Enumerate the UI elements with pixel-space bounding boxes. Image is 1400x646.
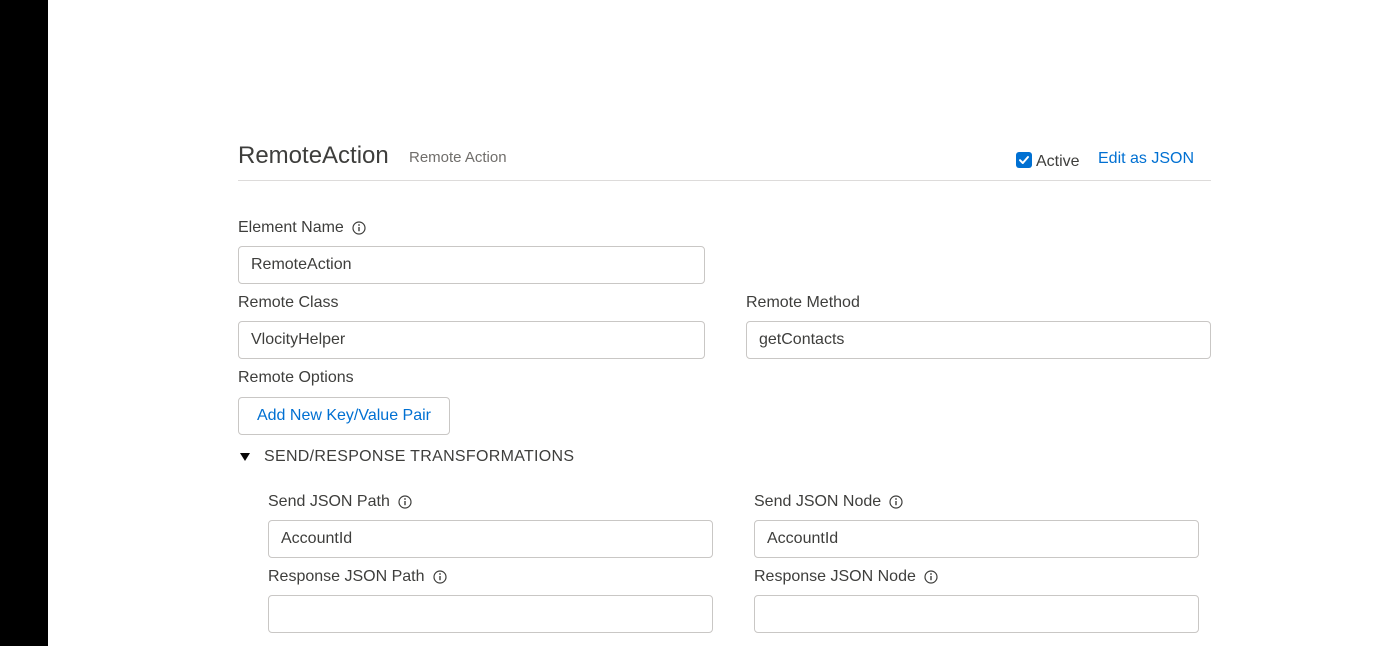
info-icon[interactable]: [432, 570, 447, 584]
properties-header: RemoteAction Remote Action Active Edit a…: [238, 140, 1211, 181]
response-json-node-label: Response JSON Node: [754, 568, 938, 586]
remote-method-label: Remote Method: [746, 294, 860, 312]
info-icon[interactable]: [924, 570, 938, 584]
left-edge-strip: [0, 0, 48, 646]
send-json-path-label: Send JSON Path: [268, 493, 412, 511]
caret-down-icon: [240, 453, 250, 461]
remote-action-properties-panel: RemoteAction Remote Action Active Edit a…: [238, 0, 1211, 646]
response-json-path-label-text: Response JSON Path: [268, 568, 425, 585]
remote-options-label-text: Remote Options: [238, 369, 354, 386]
response-json-node-input[interactable]: [754, 595, 1199, 633]
remote-class-input[interactable]: [238, 321, 705, 359]
send-response-transformations-toggle[interactable]: SEND/RESPONSE TRANSFORMATIONS: [238, 448, 574, 466]
remote-options-label: Remote Options: [238, 369, 354, 387]
remote-class-label-text: Remote Class: [238, 294, 339, 311]
element-name-label: Element Name: [238, 219, 366, 237]
remote-method-label-text: Remote Method: [746, 294, 860, 311]
info-icon[interactable]: [398, 495, 412, 509]
edit-as-json-link[interactable]: Edit as JSON: [1098, 150, 1194, 168]
element-type-subtitle: Remote Action: [409, 149, 507, 166]
active-toggle[interactable]: Active: [1016, 151, 1080, 170]
response-json-path-label: Response JSON Path: [268, 568, 447, 586]
element-name-input[interactable]: [238, 246, 705, 284]
remote-class-label: Remote Class: [238, 294, 338, 312]
send-json-node-input[interactable]: [754, 520, 1199, 558]
element-title: RemoteAction: [238, 142, 389, 169]
send-json-node-label-text: Send JSON Node: [754, 493, 882, 510]
remote-method-input[interactable]: [746, 321, 1211, 359]
send-json-path-input[interactable]: [268, 520, 713, 558]
section-title: SEND/RESPONSE TRANSFORMATIONS: [264, 448, 575, 465]
send-json-path-label-text: Send JSON Path: [268, 493, 390, 510]
response-json-path-input[interactable]: [268, 595, 713, 633]
add-key-value-pair-button[interactable]: Add New Key/Value Pair: [238, 397, 450, 435]
info-icon[interactable]: [889, 495, 903, 509]
info-icon[interactable]: [352, 221, 366, 235]
checkbox-checked-icon[interactable]: [1016, 152, 1032, 168]
response-json-node-label-text: Response JSON Node: [754, 568, 916, 585]
element-name-label-text: Element Name: [238, 219, 344, 236]
send-json-node-label: Send JSON Node: [754, 493, 903, 511]
active-label: Active: [1036, 153, 1080, 170]
